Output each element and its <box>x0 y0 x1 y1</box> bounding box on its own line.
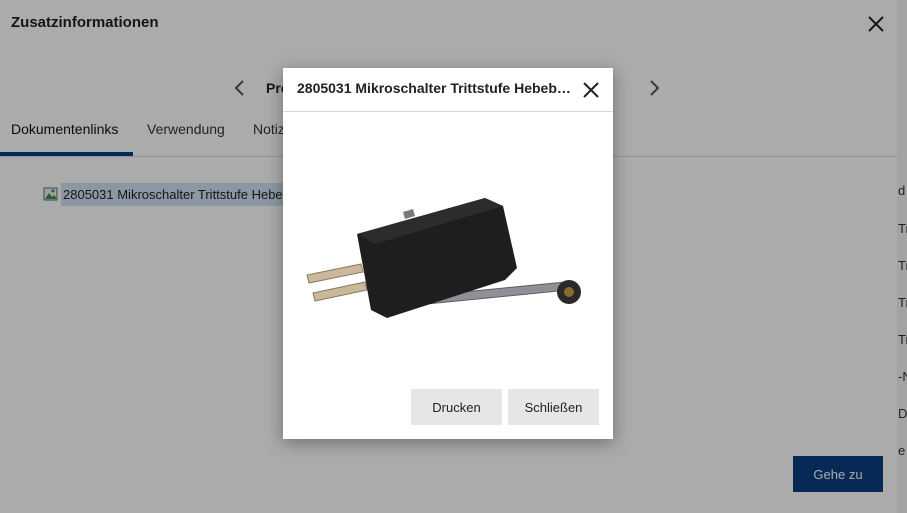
dialog-header: 2805031 Mikroschalter Trittstufe Hebebüh… <box>283 68 613 112</box>
close-icon[interactable] <box>580 79 602 101</box>
close-dialog-button[interactable]: Schließen <box>508 389 599 425</box>
image-preview-dialog: 2805031 Mikroschalter Trittstufe Hebebüh… <box>283 68 613 439</box>
product-image <box>306 198 581 318</box>
print-button[interactable]: Drucken <box>411 389 502 425</box>
dialog-title: 2805031 Mikroschalter Trittstufe Hebebüh… <box>297 80 571 96</box>
